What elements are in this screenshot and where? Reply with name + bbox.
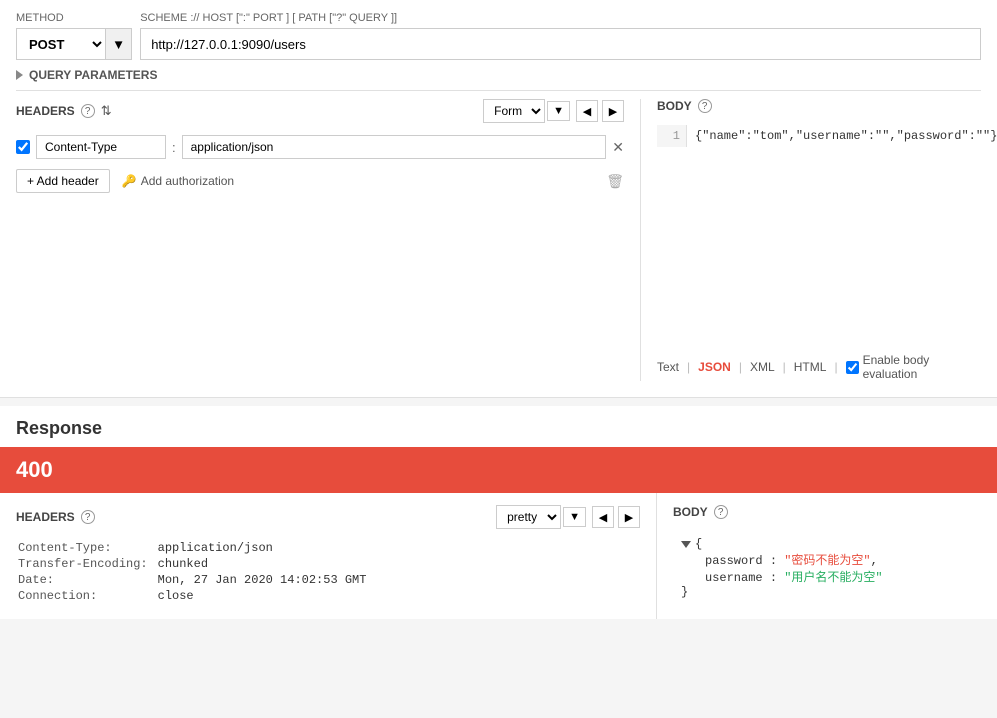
status-bar: 400 — [0, 447, 997, 493]
header-value-cell: chunked — [158, 557, 367, 571]
header-checkbox[interactable] — [16, 140, 30, 154]
header-close-button[interactable]: ✕ — [612, 139, 624, 156]
response-headers-help-icon[interactable]: ? — [81, 510, 95, 524]
response-nav-left-button[interactable]: ◀ — [592, 506, 614, 528]
add-header-button[interactable]: + Add header — [16, 169, 110, 193]
format-html[interactable]: HTML — [794, 360, 827, 374]
format-xml[interactable]: XML — [750, 360, 775, 374]
table-row: Connection: close — [18, 589, 366, 603]
enable-body-eval-label[interactable]: Enable body evaluation — [846, 353, 981, 381]
headers-title: HEADERS — [16, 104, 75, 118]
header-key-cell: Date: — [18, 573, 156, 587]
enable-body-eval-checkbox[interactable] — [846, 361, 859, 374]
header-key-cell: Transfer-Encoding: — [18, 557, 156, 571]
table-row: Transfer-Encoding: chunked — [18, 557, 366, 571]
triangle-right-icon — [16, 70, 23, 80]
open-brace: { — [695, 537, 702, 551]
response-title: Response — [0, 406, 997, 447]
url-input[interactable] — [140, 28, 981, 60]
json-value-password: "密码不能为空" — [784, 554, 870, 568]
table-row: Content-Type: application/json — [18, 541, 366, 555]
response-body-json: { password : "密码不能为空", username : "用户名不能… — [673, 529, 981, 607]
header-value-input[interactable] — [182, 135, 607, 159]
method-select[interactable]: POST GET PUT DELETE — [16, 28, 106, 60]
collapse-icon[interactable] — [681, 541, 691, 548]
chevron-down-icon: ▼ — [112, 37, 125, 52]
add-auth-label: Add authorization — [141, 174, 234, 188]
enable-body-eval-text: Enable body evaluation — [863, 353, 981, 381]
response-body-help-icon[interactable]: ? — [714, 505, 728, 519]
header-value-cell: close — [158, 589, 367, 603]
response-headers-table: Content-Type: application/json Transfer-… — [16, 539, 368, 605]
header-value-cell: Mon, 27 Jan 2020 14:02:53 GMT — [158, 573, 367, 587]
add-authorization-button[interactable]: 🔑 Add authorization — [122, 174, 234, 188]
status-code: 400 — [16, 457, 53, 482]
nav-right-button[interactable]: ▶ — [602, 100, 624, 122]
method-label: METHOD — [16, 12, 132, 24]
query-params-row[interactable]: QUERY PARAMETERS — [16, 68, 981, 82]
header-key-cell: Content-Type: — [18, 541, 156, 555]
form-select[interactable]: Form Raw — [483, 99, 545, 123]
header-colon: : — [172, 140, 176, 155]
close-brace: } — [681, 585, 688, 599]
table-row: Date: Mon, 27 Jan 2020 14:02:53 GMT — [18, 573, 366, 587]
body-help-icon[interactable]: ? — [698, 99, 712, 113]
header-key-cell: Connection: — [18, 589, 156, 603]
format-text[interactable]: Text — [657, 360, 679, 374]
line-number: 1 — [663, 129, 680, 143]
body-editor[interactable]: 1 {"name":"tom","username":"","password"… — [657, 125, 981, 345]
url-label: SCHEME :// HOST [":" PORT ] [ PATH ["?" … — [140, 12, 981, 24]
headers-help-icon[interactable]: ? — [81, 104, 95, 118]
json-value-username: "用户名不能为空" — [784, 571, 882, 585]
pretty-chevron-button[interactable]: ▼ — [563, 507, 586, 527]
sort-icon[interactable]: ⇅ — [101, 103, 112, 119]
query-params-label: QUERY PARAMETERS — [29, 68, 157, 82]
method-dropdown-button[interactable]: ▼ — [106, 28, 132, 60]
code-content: {"name":"tom","username":"","password":"… — [687, 125, 997, 147]
format-json[interactable]: JSON — [698, 360, 731, 374]
body-title: BODY — [657, 99, 692, 113]
nav-left-button[interactable]: ◀ — [576, 100, 598, 122]
response-body-title: BODY — [673, 505, 708, 519]
pretty-select[interactable]: pretty raw — [496, 505, 561, 529]
header-row: : ✕ — [16, 135, 624, 159]
delete-icon[interactable]: 🗑 — [606, 173, 624, 190]
response-headers-title: HEADERS — [16, 510, 75, 524]
json-field-row: username : "用户名不能为空" — [705, 568, 973, 585]
response-nav-right-button[interactable]: ▶ — [618, 506, 640, 528]
json-field-row: password : "密码不能为空", — [705, 551, 973, 568]
json-key-username: username — [705, 571, 763, 585]
header-key-input[interactable] — [36, 135, 166, 159]
json-key-password: password — [705, 554, 763, 568]
key-icon: 🔑 — [122, 174, 137, 188]
form-chevron-button[interactable]: ▼ — [547, 101, 570, 121]
header-value-cell: application/json — [158, 541, 367, 555]
